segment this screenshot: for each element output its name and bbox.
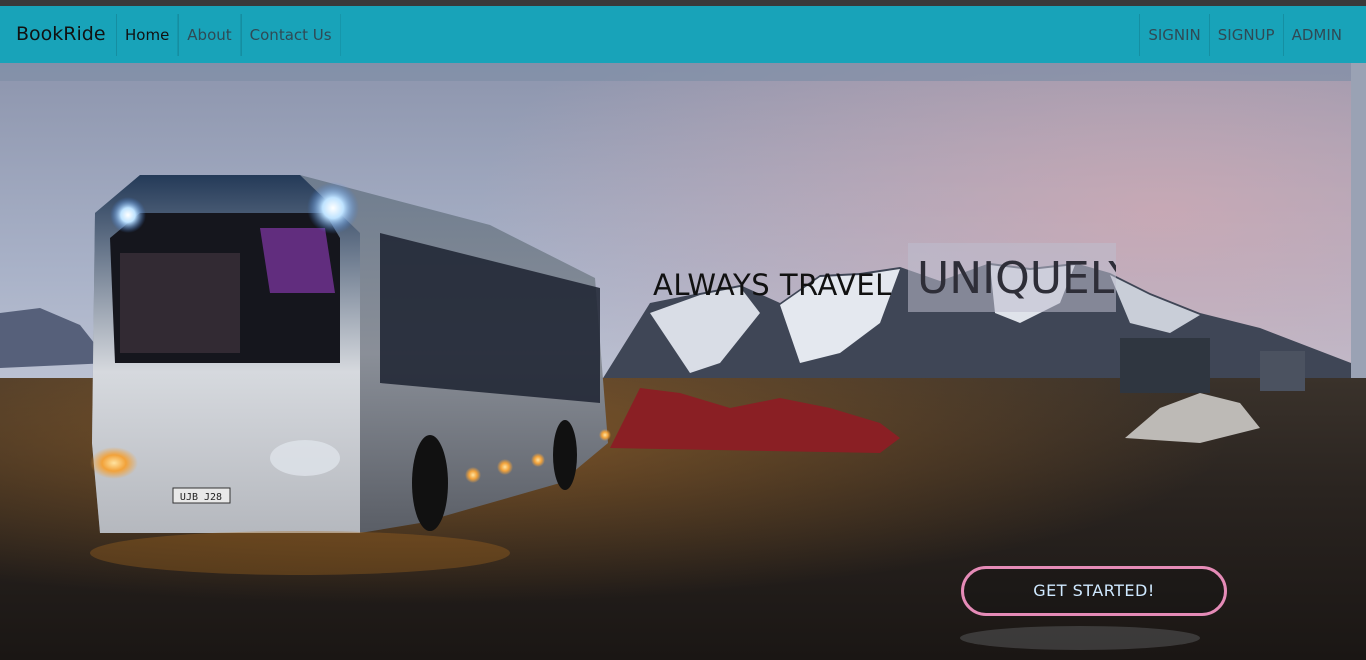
get-started-button[interactable]: GET STARTED! xyxy=(961,566,1227,616)
nav-about-link[interactable]: About xyxy=(178,14,241,56)
signin-link[interactable]: SIGNIN xyxy=(1139,14,1208,56)
admin-link[interactable]: ADMIN xyxy=(1282,14,1350,56)
hero-typed-word: UNIQUELY xyxy=(917,253,1116,304)
brand-logo[interactable]: BookRide xyxy=(16,6,106,63)
hero-headline: ALWAYS TRAVEL xyxy=(653,268,892,302)
hero-section: UJB J28 ALWAYS TRAVEL UNIQUELY GET START… xyxy=(0,63,1366,660)
auth-nav: SIGNIN SIGNUP ADMIN xyxy=(1139,14,1350,56)
bus-license-plate: UJB J28 xyxy=(180,492,222,503)
primary-nav: Home About Contact Us xyxy=(116,14,341,56)
typed-word-box: UNIQUELY xyxy=(908,243,1116,312)
top-navbar: BookRide Home About Contact Us SIGNIN SI… xyxy=(0,6,1366,63)
signup-link[interactable]: SIGNUP xyxy=(1208,14,1283,56)
nav-home-link[interactable]: Home xyxy=(116,14,179,56)
nav-contact-link[interactable]: Contact Us xyxy=(240,14,341,56)
